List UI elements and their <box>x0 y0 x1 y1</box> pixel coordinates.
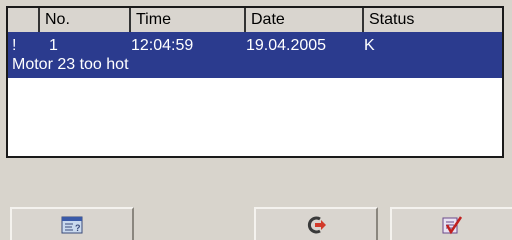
column-header-date[interactable]: Date <box>246 8 364 32</box>
message-table: No. Time Date Status ! 1 12:04:59 19.04.… <box>6 6 504 158</box>
acknowledge-icon <box>441 215 463 235</box>
info-text-icon: ? <box>61 216 83 234</box>
svg-text:?: ? <box>75 223 81 233</box>
row-number: 1 <box>49 37 58 54</box>
row-date: 19.04.2005 <box>246 37 327 54</box>
row-message-text: Motor 23 too hot <box>12 56 129 73</box>
column-header-flag[interactable] <box>8 8 40 32</box>
column-header-status[interactable]: Status <box>364 8 502 32</box>
row-status: K <box>364 37 375 54</box>
column-header-no[interactable]: No. <box>40 8 131 32</box>
acknowledge-button[interactable] <box>390 207 512 240</box>
loop-in-icon <box>305 215 327 235</box>
table-row-selected[interactable]: ! 1 12:04:59 19.04.2005 K Motor 23 too h… <box>8 32 502 78</box>
row-flag: ! <box>12 37 17 54</box>
table-header: No. Time Date Status <box>8 8 502 33</box>
row-time: 12:04:59 <box>131 37 194 54</box>
column-header-time[interactable]: Time <box>131 8 246 32</box>
info-text-button[interactable]: ? <box>10 207 134 240</box>
loop-in-button[interactable] <box>254 207 378 240</box>
